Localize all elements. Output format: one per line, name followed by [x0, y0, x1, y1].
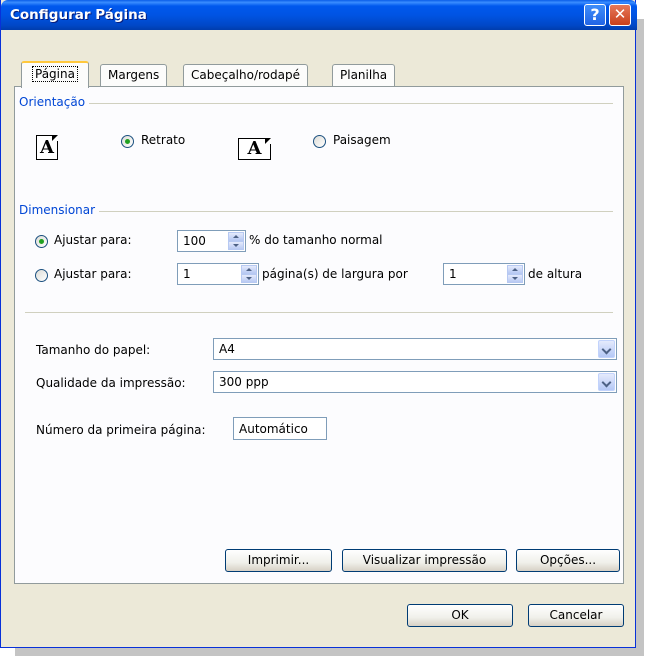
- pages-wide-spinner[interactable]: 1: [177, 263, 259, 285]
- title-bar[interactable]: Configurar Página ? ✕: [1, 0, 637, 30]
- adjust-percent-spinner[interactable]: 100: [177, 230, 246, 252]
- landscape-icon-letter: A: [247, 138, 262, 159]
- paper-size-label: Tamanho do papel:: [36, 343, 151, 357]
- section-divider: [25, 312, 613, 313]
- adjust-percent-radio[interactable]: [35, 235, 48, 248]
- adjust-percent-value: 100: [183, 234, 206, 248]
- pages-wide-spin-buttons[interactable]: [241, 265, 257, 283]
- fit-pages-label[interactable]: Ajustar para:: [54, 267, 132, 281]
- print-quality-label: Qualidade da impressão:: [36, 376, 186, 390]
- chevron-down-icon[interactable]: [598, 373, 615, 391]
- portrait-page-icon: A: [36, 135, 58, 160]
- tab-panel-pagina: Orientação A Retrato A Paisagem Dimensio…: [14, 86, 624, 584]
- tab-cabecalho-rodape[interactable]: Cabeçalho/rodapé: [183, 64, 308, 86]
- scaling-group-line: [25, 211, 613, 212]
- options-button[interactable]: Opções...: [516, 549, 620, 572]
- close-button[interactable]: ✕: [609, 4, 631, 26]
- pages-tall-spinner[interactable]: 1: [443, 263, 525, 285]
- tab-pagina[interactable]: Página: [21, 61, 89, 88]
- tab-cabecalho-label: Cabeçalho/rodapé: [191, 68, 300, 82]
- first-page-number-value: Automático: [239, 422, 308, 436]
- first-page-number-input[interactable]: Automático: [233, 417, 327, 440]
- tab-planilha[interactable]: Planilha: [332, 64, 396, 86]
- spin-up-icon[interactable]: [228, 232, 244, 241]
- portrait-label[interactable]: Retrato: [141, 133, 185, 147]
- print-quality-value: 300 ppp: [219, 375, 269, 389]
- print-button[interactable]: Imprimir...: [225, 549, 332, 572]
- pages-wide-value: 1: [183, 267, 191, 281]
- pages-wide-suffix: página(s) de largura por: [262, 267, 408, 281]
- landscape-label[interactable]: Paisagem: [333, 133, 391, 147]
- paper-size-value: A4: [219, 342, 235, 356]
- landscape-radio[interactable]: [313, 135, 326, 148]
- ok-button[interactable]: OK: [407, 604, 513, 627]
- spin-down-icon[interactable]: [507, 274, 523, 283]
- page-setup-dialog: Configurar Página ? ✕ Página Margens Cab…: [0, 0, 637, 648]
- first-page-number-label: Número da primeira página:: [36, 423, 206, 437]
- scaling-group-label: Dimensionar: [19, 203, 100, 217]
- pages-tall-spin-buttons[interactable]: [507, 265, 523, 283]
- spin-down-icon[interactable]: [228, 241, 244, 250]
- orientation-group-line: [25, 103, 613, 104]
- tab-margens-label: Margens: [108, 68, 160, 82]
- fit-pages-radio[interactable]: [35, 269, 48, 282]
- orientation-group-label: Orientação: [19, 95, 90, 109]
- question-mark-icon: ?: [590, 5, 600, 24]
- adjust-percent-suffix: % do tamanho normal: [249, 233, 383, 247]
- landscape-page-icon: A: [238, 138, 271, 160]
- chevron-down-icon[interactable]: [598, 340, 615, 358]
- adjust-percent-label[interactable]: Ajustar para:: [54, 233, 132, 247]
- close-icon: ✕: [613, 5, 627, 23]
- print-preview-button[interactable]: Visualizar impressão: [342, 549, 507, 572]
- tab-margens[interactable]: Margens: [100, 64, 168, 86]
- portrait-icon-letter: A: [40, 137, 54, 158]
- cancel-button[interactable]: Cancelar: [528, 604, 624, 627]
- pages-tall-value: 1: [449, 267, 457, 281]
- tab-planilha-label: Planilha: [340, 68, 388, 82]
- print-quality-select[interactable]: 300 ppp: [213, 371, 617, 393]
- spin-down-icon[interactable]: [241, 274, 257, 283]
- pages-tall-suffix: de altura: [528, 267, 583, 281]
- spin-up-icon[interactable]: [241, 265, 257, 274]
- tab-pagina-label: Página: [32, 66, 78, 82]
- adjust-percent-spin-buttons[interactable]: [228, 232, 244, 250]
- paper-size-select[interactable]: A4: [213, 338, 617, 360]
- portrait-radio[interactable]: [121, 135, 134, 148]
- window-title: Configurar Página: [10, 7, 147, 23]
- spin-up-icon[interactable]: [507, 265, 523, 274]
- help-button[interactable]: ?: [584, 4, 606, 26]
